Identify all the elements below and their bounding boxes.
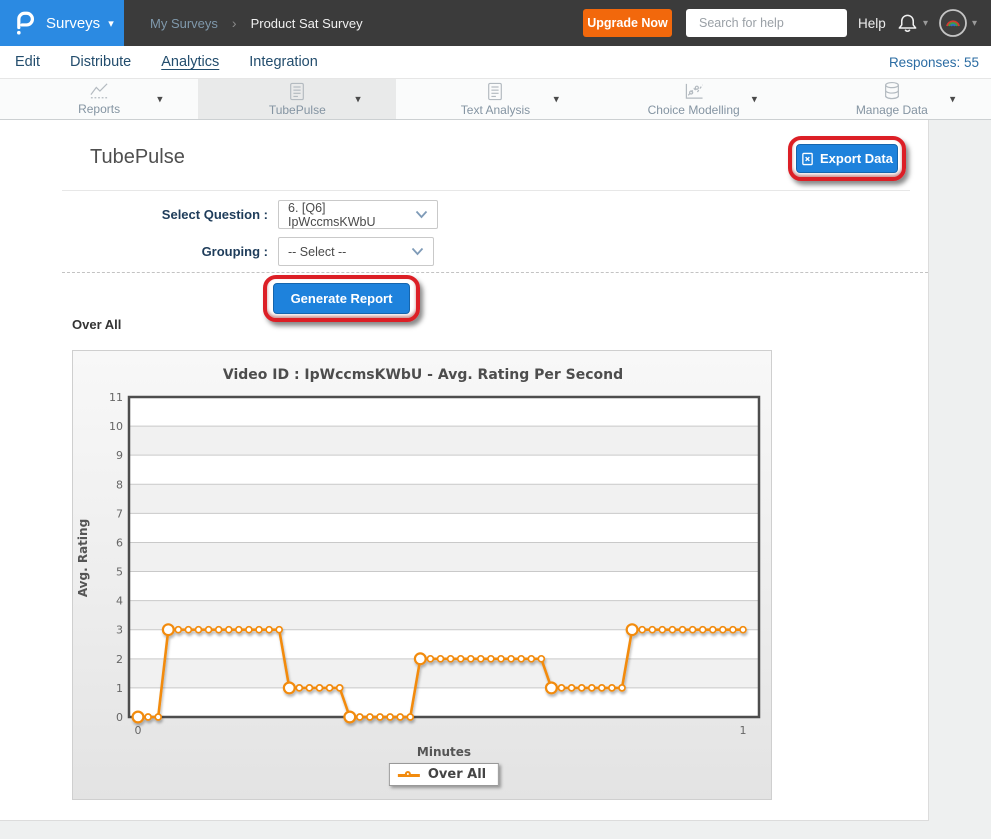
grouping-select-value: -- Select -- [288,245,411,259]
top-header: Surveys ▾ My Surveys › Product Sat Surve… [0,0,991,46]
x-axis-title: Minutes [417,745,471,759]
tab-tubepulse[interactable]: TubePulse ▾ [198,79,396,119]
tab-text-analysis[interactable]: Text Analysis ▾ [396,79,594,119]
chevron-down-icon: ▾ [108,17,114,30]
page-title: TubePulse [90,146,185,169]
tab-label: Manage Data [856,103,928,117]
nav-item-integration[interactable]: Integration [249,54,318,70]
svg-text:0: 0 [135,724,142,737]
tubepulse-panel: TubePulse Export Data Select Question : … [0,120,929,821]
chevron-down-icon[interactable]: ▾ [553,93,559,106]
scatter-chart-icon [683,82,705,101]
chart-legend[interactable]: Over All [389,763,499,786]
breadcrumb-my-surveys[interactable]: My Surveys [150,16,218,31]
question-select[interactable]: 6. [Q6] IpWccmsKWbU [278,200,438,229]
svg-text:7: 7 [116,507,123,520]
svg-text:3: 3 [116,624,123,637]
question-row: Select Question : 6. [Q6] IpWccmsKWbU [62,200,438,229]
legend-series-label: Over All [428,767,486,782]
grouping-label: Grouping : [62,244,268,259]
nav-item-edit[interactable]: Edit [15,54,40,70]
line-chart-icon [88,82,110,100]
svg-text:1: 1 [116,682,123,695]
upgrade-now-button[interactable]: Upgrade Now [583,9,672,37]
svg-text:11: 11 [109,391,123,404]
tab-choice-modelling[interactable]: Choice Modelling ▾ [595,79,793,119]
breadcrumb-current-survey: Product Sat Survey [251,16,363,31]
report-document-icon [288,82,306,101]
legend-series-marker-icon [398,770,420,780]
divider [62,190,910,191]
survey-nav: Edit Distribute Analytics Integration Re… [0,46,991,78]
chevron-down-icon [411,247,424,256]
svg-text:10: 10 [109,420,123,433]
svg-text:9: 9 [116,449,123,462]
search-input[interactable] [699,16,860,30]
svg-text:6: 6 [116,536,123,549]
breadcrumb: My Surveys › Product Sat Survey [150,0,363,46]
question-select-value: 6. [Q6] IpWccmsKWbU [288,201,415,229]
svg-text:4: 4 [116,595,123,608]
generate-highlight-ring: Generate Report [263,275,420,322]
tab-label: Choice Modelling [648,103,740,117]
breadcrumb-separator: › [232,15,237,31]
excel-file-icon [801,152,814,166]
app-menu-label: Surveys [46,15,100,32]
grouping-select[interactable]: -- Select -- [278,237,434,266]
analytics-tabstrip: Reports ▾ TubePulse ▾ Text Analysis ▾ [0,78,991,120]
y-axis-title: Avg. Rating [76,508,90,608]
grouping-row: Grouping : -- Select -- [62,237,434,266]
svg-text:1: 1 [740,724,747,737]
section-label: Over All [72,317,121,332]
generate-report-button[interactable]: Generate Report [273,283,410,314]
chevron-down-icon: ▾ [972,18,977,29]
nav-item-distribute[interactable]: Distribute [70,54,131,70]
help-link[interactable]: Help [858,0,886,46]
account-menu[interactable]: ▾ [938,8,977,38]
tab-reports[interactable]: Reports ▾ [0,79,198,119]
questionpro-logo-icon [13,9,35,37]
select-question-label: Select Question : [62,207,268,222]
chevron-down-icon: ▾ [923,18,928,29]
avatar [938,8,968,38]
tab-manage-data[interactable]: Manage Data ▾ [793,79,991,119]
tab-label: Text Analysis [461,103,530,117]
export-data-label: Export Data [820,151,893,166]
export-highlight-ring: Export Data [788,136,906,181]
nav-item-analytics[interactable]: Analytics [161,54,219,70]
responses-count: Responses: 55 [889,46,979,78]
chevron-down-icon[interactable]: ▾ [355,93,361,106]
svg-text:2: 2 [116,653,123,666]
avg-rating-chart: Video ID : IpWccmsKWbU - Avg. Rating Per… [72,350,772,800]
chevron-down-icon[interactable]: ▾ [950,93,956,106]
svg-text:8: 8 [116,478,123,491]
report-document-icon [486,82,504,101]
app-switcher[interactable]: Surveys ▾ [0,0,124,46]
chevron-down-icon[interactable]: ▾ [157,93,163,106]
database-icon [882,81,902,101]
svg-text:5: 5 [116,566,123,579]
chevron-down-icon [415,210,428,219]
export-data-button[interactable]: Export Data [796,144,898,173]
bell-icon [896,11,919,35]
chevron-down-icon[interactable]: ▾ [752,93,758,106]
chart-plot-area: 0 1 2 3 4 5 6 7 8 9 10 11 0 1 [73,351,773,741]
notifications-menu[interactable]: ▾ [896,11,928,35]
svg-text:0: 0 [116,711,123,724]
tab-label: TubePulse [269,103,326,117]
tab-label: Reports [78,102,120,116]
help-search[interactable] [686,9,847,37]
divider [62,272,928,273]
